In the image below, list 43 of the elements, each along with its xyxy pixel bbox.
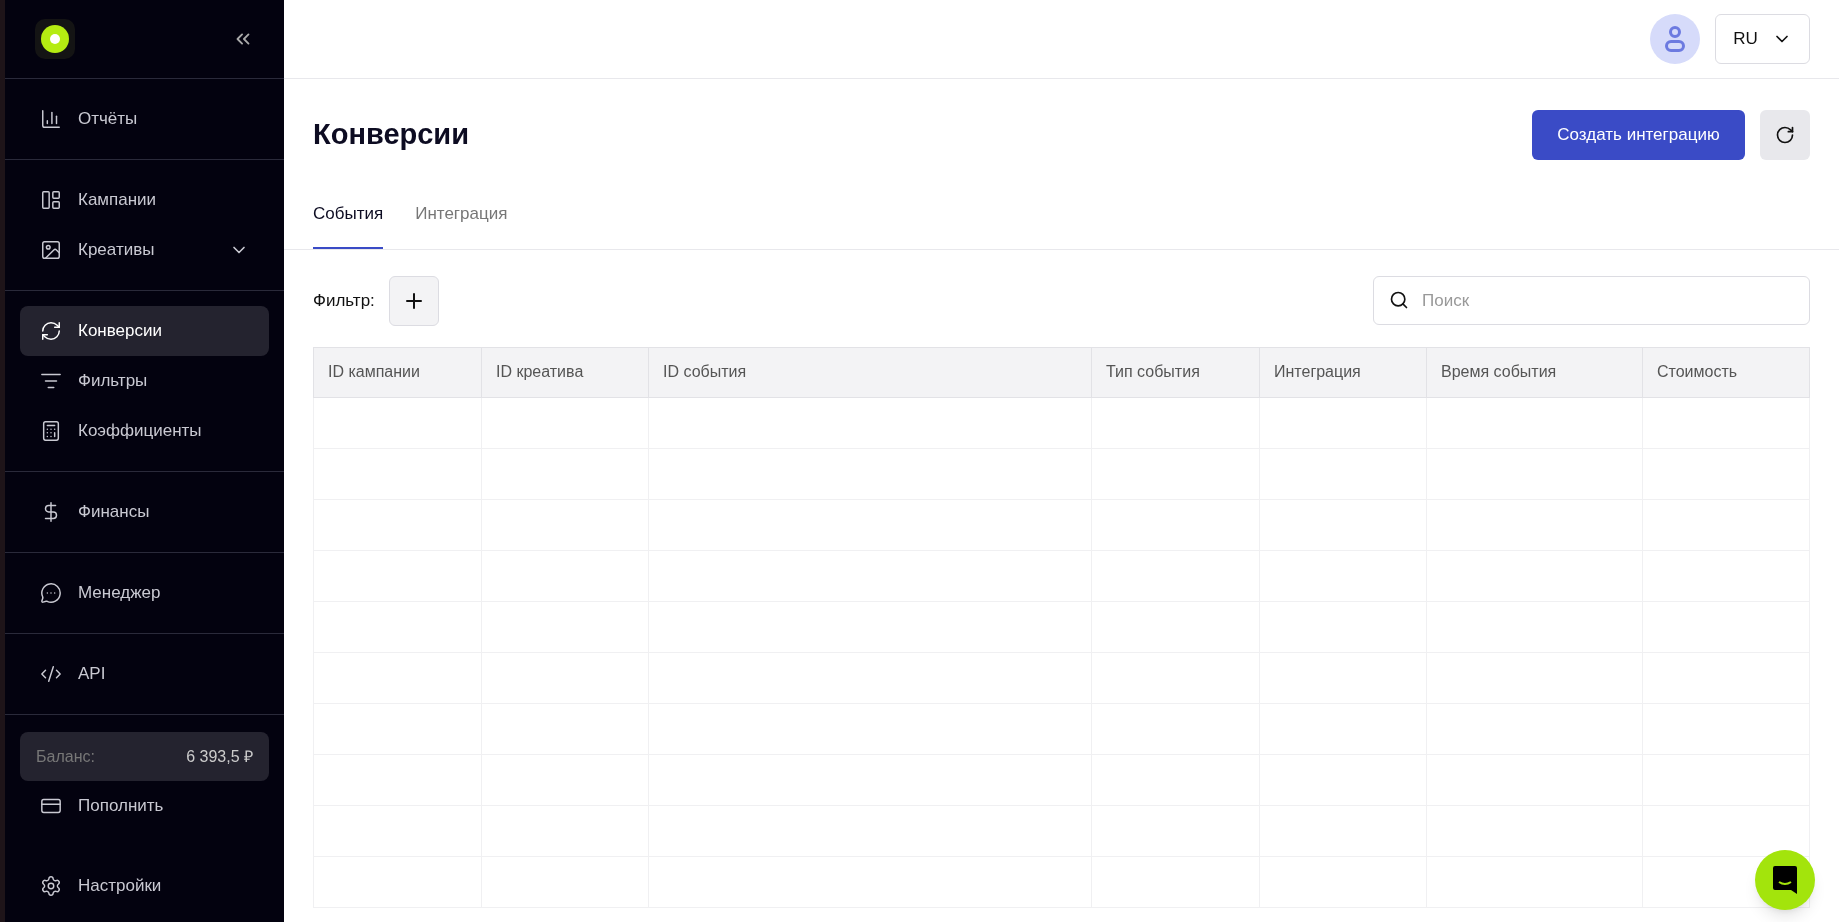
code-icon (40, 663, 62, 685)
chart-icon (40, 108, 62, 130)
add-filter-button[interactable] (388, 275, 439, 326)
column-header: Интеграция (1259, 347, 1427, 397)
refresh-icon (1775, 125, 1795, 145)
sidebar-item[interactable]: API (20, 649, 269, 699)
sidebar-item[interactable]: Коэффициенты (20, 406, 269, 456)
sidebar-item[interactable]: Креативы (20, 225, 269, 275)
filter-label: Фильтр: (313, 289, 375, 312)
image-icon (40, 239, 62, 261)
balance-value: 6 393,5 ₽ (186, 746, 253, 767)
column-header: Тип события (1091, 347, 1260, 397)
chat-button[interactable] (1755, 850, 1815, 910)
layout-icon (40, 189, 62, 211)
sidebar-item[interactable]: Фильтры (20, 356, 269, 406)
column-header: Время события (1426, 347, 1643, 397)
language-select[interactable]: RU (1715, 14, 1810, 64)
chat-icon (1772, 865, 1798, 895)
search-icon (1389, 290, 1409, 310)
chat-bubble-icon (40, 582, 62, 604)
avatar-icon[interactable] (1650, 14, 1700, 64)
create-integration-button[interactable]: Создать интеграцию (1532, 110, 1745, 160)
tab[interactable]: Интеграция (415, 201, 508, 249)
column-header: ID события (648, 347, 1092, 397)
refresh-icon (40, 320, 62, 342)
column-header: Стоимость (1642, 347, 1810, 397)
column-header: ID креатива (481, 347, 649, 397)
settings-item[interactable]: Настройки (20, 861, 269, 911)
logo-icon[interactable] (35, 19, 75, 59)
sidebar-item[interactable]: Финансы (20, 487, 269, 537)
sidebar-item[interactable]: Конверсии (20, 306, 269, 356)
calculator-icon (40, 420, 62, 442)
page-title: Конверсии (313, 117, 469, 153)
tab[interactable]: События (313, 201, 384, 249)
column-header: ID кампании (313, 347, 482, 397)
topup-item[interactable]: Пополнить (20, 781, 269, 831)
sidebar-item[interactable]: Отчёты (20, 94, 269, 144)
refresh-button[interactable] (1760, 110, 1810, 160)
sidebar-item[interactable]: Кампании (20, 175, 269, 225)
search-field[interactable]: Поиск (1373, 276, 1810, 325)
balance-label: Баланс: (36, 746, 95, 767)
sidebar-item[interactable]: Менеджер (20, 568, 269, 618)
settings-icon (40, 875, 62, 897)
